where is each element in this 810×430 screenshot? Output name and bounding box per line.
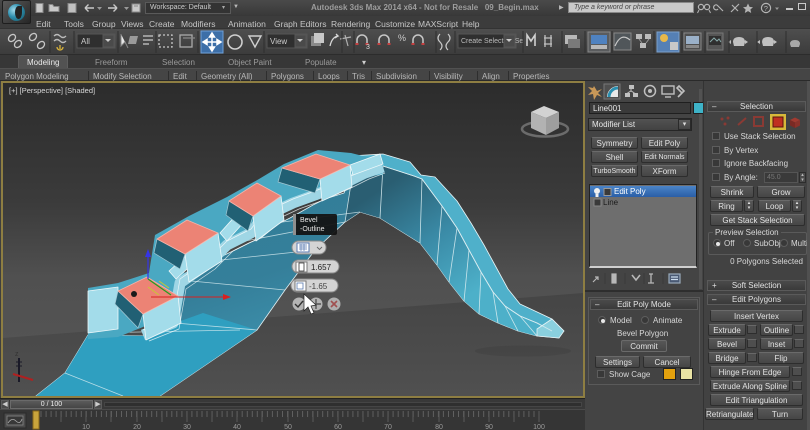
svg-text:90: 90 (485, 424, 493, 430)
svg-text:100: 100 (533, 424, 545, 430)
svg-text:-1.65: -1.65 (309, 282, 328, 291)
svg-text:View: View (270, 37, 287, 46)
svg-text:30: 30 (183, 424, 191, 430)
svg-text:?: ? (764, 4, 768, 13)
svg-text:50: 50 (284, 424, 292, 430)
svg-text:10: 10 (82, 424, 90, 430)
svg-text:1.657: 1.657 (311, 263, 332, 272)
svg-text:z: z (15, 351, 19, 358)
svg-text:20: 20 (133, 424, 141, 430)
svg-text:-Outline: -Outline (300, 226, 325, 233)
svg-text:3: 3 (366, 44, 370, 51)
svg-text:%: % (398, 33, 406, 43)
svg-text:Bevel: Bevel (300, 217, 318, 224)
svg-text:80: 80 (435, 424, 443, 430)
svg-text:40: 40 (233, 424, 241, 430)
svg-text:All: All (81, 37, 90, 46)
svg-text:70: 70 (384, 424, 392, 430)
svg-text:60: 60 (334, 424, 342, 430)
